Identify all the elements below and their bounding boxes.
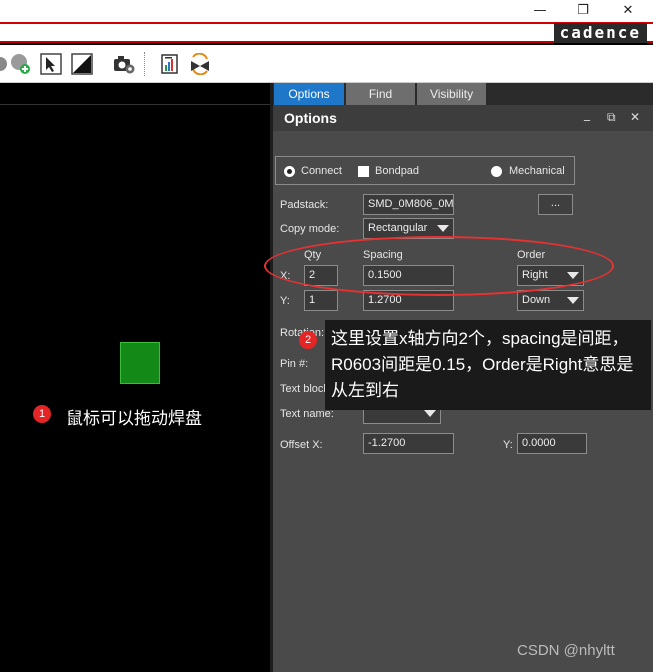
pin-number-label: Pin #:	[280, 358, 309, 370]
options-title: Options	[284, 110, 337, 126]
offset-x-label: Offset X:	[280, 439, 323, 451]
y-order-select[interactable]: Down	[517, 290, 584, 311]
tab-find[interactable]: Find	[346, 83, 415, 105]
offset-y-label: Y:	[503, 439, 513, 451]
shape-fill-icon[interactable]	[71, 53, 93, 75]
chevron-down-icon	[567, 297, 579, 304]
close-icon[interactable]: ✕	[630, 110, 640, 124]
highlight-ellipse	[264, 236, 614, 296]
minimize-button[interactable]: —	[517, 0, 563, 22]
y-qty-field[interactable]: 1	[304, 290, 338, 311]
pad-add-icon[interactable]	[9, 53, 31, 75]
padstack-browse-button[interactable]: ...	[538, 194, 573, 215]
camera-settings-icon[interactable]	[113, 53, 135, 75]
padstack-label: Padstack:	[280, 199, 329, 211]
step-badge-1: 1	[33, 405, 51, 423]
pin-icon[interactable]: _	[584, 107, 590, 121]
mechanical-label: Mechanical	[509, 165, 565, 177]
title-bar: — ❐ ✕	[0, 0, 653, 22]
offset-y-field[interactable]: 0.0000	[517, 433, 587, 454]
connect-radio[interactable]	[284, 166, 295, 177]
y-row-label: Y:	[280, 295, 290, 307]
copy-mode-label: Copy mode:	[280, 223, 340, 235]
report-icon[interactable]	[159, 53, 181, 75]
close-button[interactable]: ✕	[605, 0, 651, 22]
y-order-value: Down	[522, 294, 551, 306]
tab-options[interactable]: Options	[274, 83, 344, 105]
options-header: Options _ ⧉ ✕	[273, 105, 653, 131]
swap-icon[interactable]	[189, 53, 211, 75]
chevron-down-icon	[437, 225, 449, 232]
mechanical-radio[interactable]	[491, 166, 502, 177]
drag-pad-note: 鼠标可以拖动焊盘	[66, 409, 202, 428]
bondpad-checkbox[interactable]	[358, 166, 369, 177]
connect-label: Connect	[301, 165, 342, 177]
watermark: CSDN @nhyltt	[517, 642, 615, 659]
tab-visibility[interactable]: Visibility	[417, 83, 486, 105]
select-arrow-icon[interactable]	[40, 53, 62, 75]
bondpad-label: Bondpad	[375, 165, 420, 177]
smd-pad[interactable]	[120, 342, 160, 384]
restore-icon[interactable]: ⧉	[607, 110, 616, 125]
copy-mode-value: Rectangular	[368, 222, 428, 234]
annotation-text: 这里设置x轴方向2个，spacing是间距，R0603间距是0.15，Order…	[331, 329, 634, 400]
toolbar	[0, 45, 653, 83]
step-badge-2: 2	[299, 331, 317, 349]
app-window: — ❐ ✕ cadence 1 鼠标可以拖动焊盘 Options Find Vi…	[0, 0, 653, 672]
cadence-logo: cadence	[553, 23, 647, 43]
canvas-divider	[0, 104, 270, 105]
padstack-field[interactable]: SMD_0M806_0M8	[363, 194, 454, 215]
maximize-button[interactable]: ❐	[560, 0, 606, 22]
toolbar-separator	[144, 52, 145, 76]
chevron-down-icon	[424, 410, 436, 417]
offset-x-field[interactable]: -1.2700	[363, 433, 454, 454]
design-canvas[interactable]: 1 鼠标可以拖动焊盘	[0, 83, 270, 672]
pad-type-group: Connect Bondpad Mechanical	[275, 156, 575, 185]
annotation-callout: 这里设置x轴方向2个，spacing是间距，R0603间距是0.15，Order…	[325, 320, 651, 410]
